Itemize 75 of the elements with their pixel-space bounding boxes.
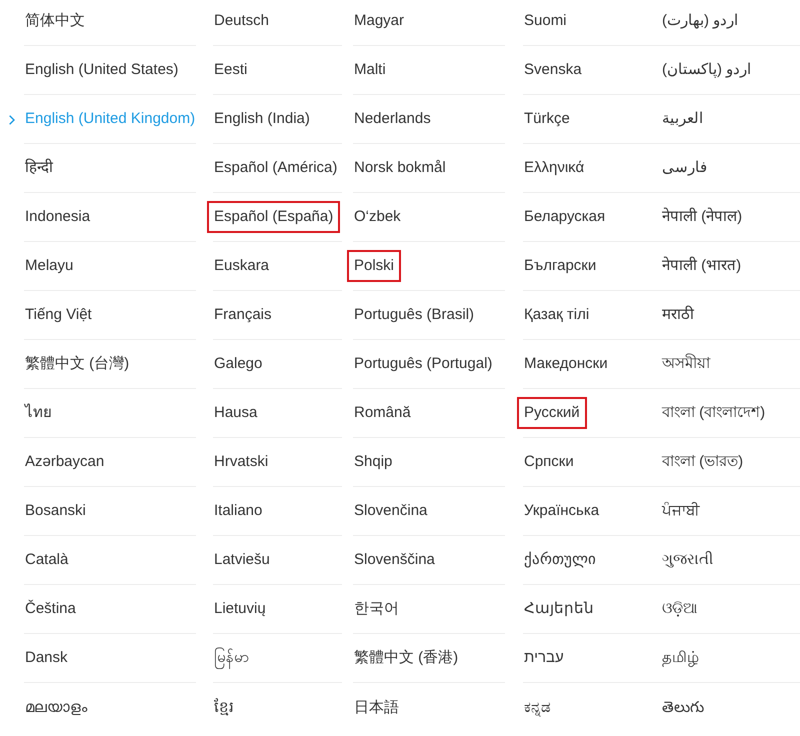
language-option[interactable]: Hrvatski (214, 452, 268, 472)
language-option[interactable]: Deutsch (214, 11, 270, 31)
language-option[interactable]: Македонски (524, 354, 608, 374)
language-option[interactable]: Русский (524, 403, 580, 423)
language-option[interactable]: Հայերեն (524, 599, 594, 619)
language-option[interactable]: اردو (پاکستان) (662, 60, 752, 80)
language-option[interactable]: മലയാളം (25, 698, 87, 718)
language-option[interactable]: العربية (662, 109, 703, 129)
language-option[interactable]: Euskara (214, 256, 270, 276)
language-option[interactable]: नेपाली (भारत) (662, 256, 742, 276)
language-option[interactable]: Svenska (524, 60, 582, 80)
language-option[interactable]: Galego (214, 354, 262, 374)
language-option[interactable]: Dansk (25, 648, 68, 668)
language-option[interactable]: Català (25, 550, 68, 570)
language-option[interactable]: Eesti (214, 60, 248, 80)
language-option[interactable]: Bosanski (25, 501, 86, 521)
language-option[interactable]: Magyar (354, 11, 404, 31)
language-option[interactable]: اردو (بھارت) (662, 11, 738, 31)
language-option[interactable]: Français (214, 305, 272, 325)
language-option[interactable]: Türkçe (524, 109, 570, 129)
language-option[interactable]: Português (Portugal) (354, 354, 492, 374)
language-option[interactable]: অসমীয়া (662, 354, 710, 374)
language-option[interactable]: 繁體中文 (台灣) (25, 354, 130, 374)
language-option[interactable]: 繁體中文 (香港) (354, 648, 458, 668)
language-option[interactable]: తెలుగు (662, 698, 704, 718)
language-option[interactable]: ਪੰਜਾਬੀ (662, 501, 700, 521)
language-option[interactable]: ខ្មែរ (214, 698, 234, 718)
language-option[interactable]: Melayu (25, 256, 74, 276)
language-option[interactable]: Shqip (354, 452, 392, 472)
language-option[interactable]: Slovenščina (354, 550, 435, 570)
language-option[interactable]: Slovenčina (354, 501, 428, 521)
language-option[interactable]: Lietuvių (214, 599, 266, 619)
language-option[interactable]: हिन्दी (25, 158, 53, 178)
language-option[interactable]: नेपाली (नेपाल) (662, 207, 742, 227)
language-option[interactable]: 한국어 (354, 599, 399, 619)
language-option[interactable]: Español (América) (214, 158, 338, 178)
language-option[interactable]: Hausa (214, 403, 258, 423)
language-option[interactable]: Tiếng Việt (25, 305, 92, 325)
language-option[interactable]: ಕನ್ನಡ (524, 698, 551, 718)
language-option[interactable]: English (India) (214, 109, 310, 129)
language-option[interactable]: Română (354, 403, 411, 423)
language-option[interactable]: Ελληνικά (524, 158, 584, 178)
language-option[interactable]: Қазақ тілі (524, 305, 590, 325)
language-option[interactable]: বাংলা (ভারত) (662, 452, 744, 472)
language-option[interactable]: Latviešu (214, 550, 270, 570)
language-option[interactable]: Español (España) (214, 207, 334, 227)
language-option[interactable]: Українська (524, 501, 600, 521)
language-option[interactable]: 日本語 (354, 698, 399, 718)
language-option[interactable]: ქართული (524, 550, 596, 570)
language-option[interactable]: தமிழ் (662, 648, 699, 668)
language-option[interactable]: Български (524, 256, 596, 276)
language-option[interactable]: Čeština (25, 599, 76, 619)
language-option[interactable]: मराठी (662, 305, 694, 325)
language-option[interactable]: ગુજરાતી (662, 550, 713, 570)
chevron-right-icon (9, 114, 15, 124)
language-option[interactable]: မြန်မာ (214, 648, 249, 668)
language-option[interactable]: Azərbaycan (25, 452, 104, 472)
language-option[interactable]: বাংলা (বাংলাদেশ) (662, 403, 766, 423)
language-option[interactable]: فارسی (662, 158, 707, 178)
language-option[interactable]: Malti (354, 60, 386, 80)
language-option[interactable]: Norsk bokmål (354, 158, 446, 178)
language-option[interactable]: Српски (524, 452, 574, 472)
language-option[interactable]: עברית (524, 648, 564, 668)
language-option[interactable]: Polski (354, 256, 394, 276)
language-option[interactable]: Indonesia (25, 207, 90, 227)
language-option[interactable]: ไทย (25, 403, 52, 423)
language-option[interactable]: Italiano (214, 501, 262, 521)
language-option[interactable]: English (United States) (25, 60, 178, 80)
language-option[interactable]: Беларуская (524, 207, 606, 227)
language-option[interactable]: 简体中文 (25, 11, 85, 31)
language-option[interactable]: Nederlands (354, 109, 431, 129)
language-option[interactable]: Suomi (524, 11, 567, 31)
language-option[interactable]: ଓଡ଼ିଆ (662, 599, 698, 619)
language-option[interactable]: O‘zbek (354, 207, 401, 227)
language-option[interactable]: Português (Brasil) (354, 305, 474, 325)
